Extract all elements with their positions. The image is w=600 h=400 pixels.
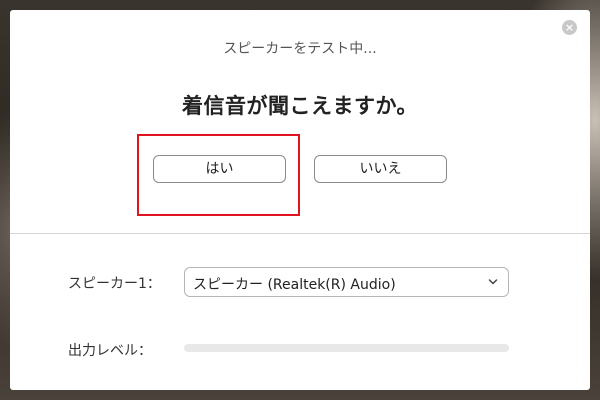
chevron-down-icon [488, 279, 498, 285]
speaker-test-dialog: × スピーカーをテスト中... 着信音が聞こえますか。 はい いいえ スピーカー… [10, 10, 590, 390]
no-button[interactable]: いいえ [314, 155, 447, 183]
testing-status-label: スピーカーをテスト中... [223, 41, 377, 57]
close-icon[interactable]: × [562, 20, 577, 35]
speaker-label: スピーカー1： [68, 276, 161, 292]
highlight-annotation-box [137, 134, 300, 216]
speaker-selected-value: スピーカー (Realtek(R) Audio) [193, 277, 396, 293]
ringtone-question: 着信音が聞こえますか。 [181, 94, 419, 118]
speaker-select[interactable]: スピーカー (Realtek(R) Audio) [184, 267, 509, 297]
output-level-meter [184, 344, 509, 352]
divider [10, 233, 590, 234]
output-level-label: 出力レベル： [68, 343, 152, 359]
